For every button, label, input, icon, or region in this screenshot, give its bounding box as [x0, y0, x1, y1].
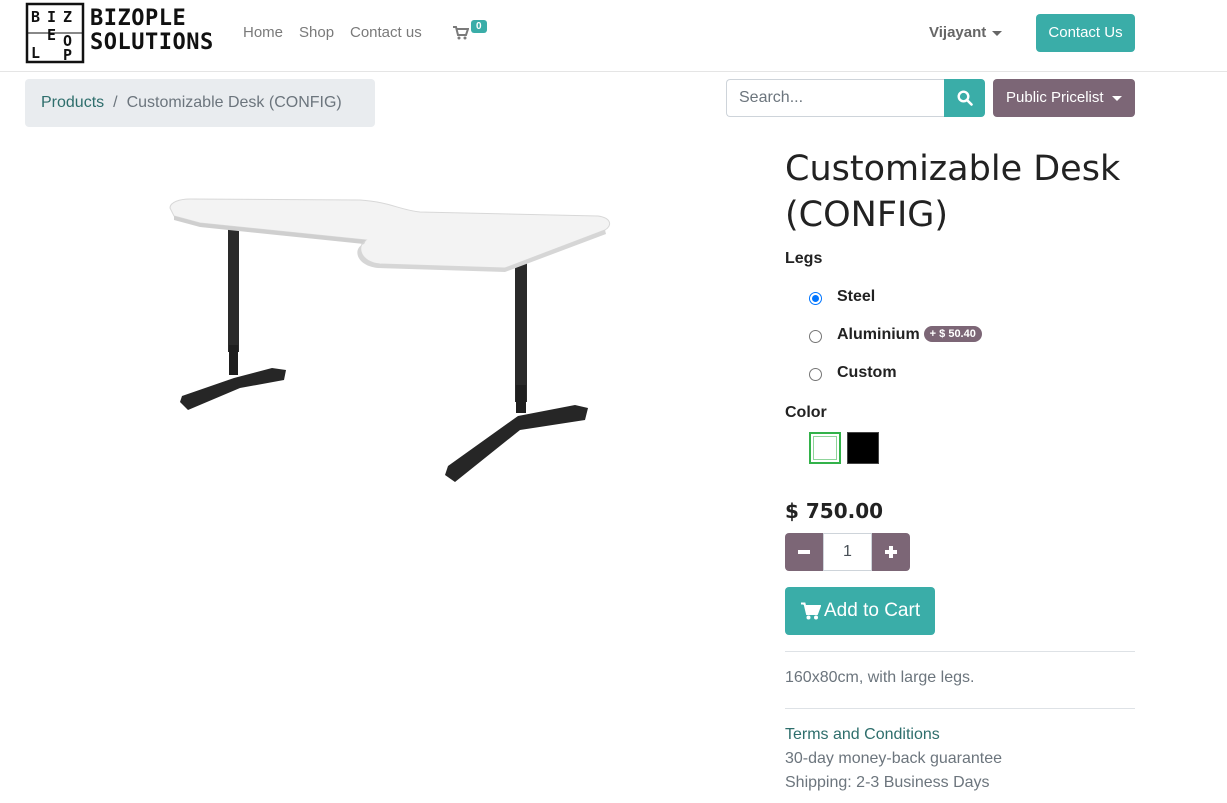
svg-text:E: E — [47, 26, 56, 44]
user-name: Vijayant — [929, 24, 987, 41]
radio-button[interactable] — [809, 368, 822, 381]
radio-button[interactable] — [809, 330, 822, 343]
brand-name: BIZOPLE SOLUTIONS — [90, 7, 214, 55]
product-title: Customizable Desk (CONFIG) — [785, 149, 1121, 235]
svg-text:Z: Z — [63, 8, 72, 26]
breadcrumb-current: Customizable Desk (CONFIG) — [126, 94, 342, 111]
search-input[interactable] — [726, 79, 945, 117]
quantity-input[interactable] — [823, 533, 872, 571]
legs-option-label-wrapper: Aluminium + $ 50.40 — [837, 326, 982, 344]
chevron-down-icon — [1111, 95, 1122, 101]
legs-option-label: Custom — [837, 364, 897, 381]
color-swatch-black[interactable] — [847, 432, 879, 464]
nav-home[interactable]: Home — [243, 24, 283, 41]
guarantee-text: 30-day money-back guarantee — [785, 750, 1003, 767]
logo-mark-icon: B I Z E O L P — [25, 2, 85, 64]
search-form — [726, 79, 985, 117]
add-to-cart-label: Add to Cart — [824, 600, 921, 621]
breadcrumb-products-link[interactable]: Products — [41, 94, 104, 111]
contact-us-button[interactable]: Contact Us — [1036, 14, 1135, 52]
svg-text:L: L — [31, 44, 40, 62]
cart-count-badge: 0 — [471, 20, 487, 33]
brand-name-line2: SOLUTIONS — [90, 30, 214, 55]
shopping-cart-icon — [453, 26, 469, 40]
breadcrumb-separator: / — [113, 94, 118, 111]
add-to-cart-button[interactable]: Add to Cart — [785, 587, 935, 635]
nav-shop[interactable]: Shop — [299, 24, 334, 41]
color-swatch-white[interactable] — [809, 432, 841, 464]
breadcrumb: Products / Customizable Desk (CONFIG) — [25, 79, 375, 127]
radio-button-selected[interactable] — [809, 292, 822, 305]
svg-text:I: I — [47, 8, 56, 26]
quantity-decrease-button[interactable] — [785, 533, 823, 571]
terms-and-conditions-link[interactable]: Terms and Conditions — [785, 726, 940, 744]
pricelist-label: Public Pricelist — [1006, 89, 1104, 106]
brand-name-line1: BIZOPLE — [90, 6, 187, 31]
color-attribute-label: Color — [785, 404, 827, 421]
shipping-text: Shipping: 2-3 Business Days — [785, 774, 990, 791]
product-image[interactable] — [160, 190, 620, 490]
nav-contact-us[interactable]: Contact us — [350, 24, 422, 41]
search-button[interactable] — [944, 79, 985, 117]
legs-attribute-label: Legs — [785, 250, 823, 267]
price-extra-badge: + $ 50.40 — [923, 326, 982, 342]
legs-option-label: Steel — [837, 288, 876, 305]
cart-link[interactable]: 0 — [453, 20, 493, 44]
brand-logo[interactable]: B I Z E O L P BIZOPLE SOLUTIONS — [25, 2, 213, 66]
quantity-increase-button[interactable] — [872, 533, 910, 571]
pricelist-dropdown[interactable]: Public Pricelist — [993, 79, 1135, 117]
divider — [785, 708, 1135, 709]
svg-text:B: B — [31, 8, 40, 26]
product-description: 160x80cm, with large legs. — [785, 669, 975, 686]
top-navbar: B I Z E O L P BIZOPLE SOLUTIONS Home Sho… — [0, 0, 1227, 72]
divider — [785, 651, 1135, 652]
svg-text:P: P — [63, 46, 72, 64]
chevron-down-icon — [992, 30, 1003, 36]
shopping-cart-icon — [801, 602, 821, 620]
legs-option-label: Aluminium — [837, 326, 920, 343]
user-menu[interactable]: Vijayant — [929, 24, 1003, 41]
product-price: $ 750.00 — [785, 499, 884, 523]
search-icon — [957, 90, 973, 106]
